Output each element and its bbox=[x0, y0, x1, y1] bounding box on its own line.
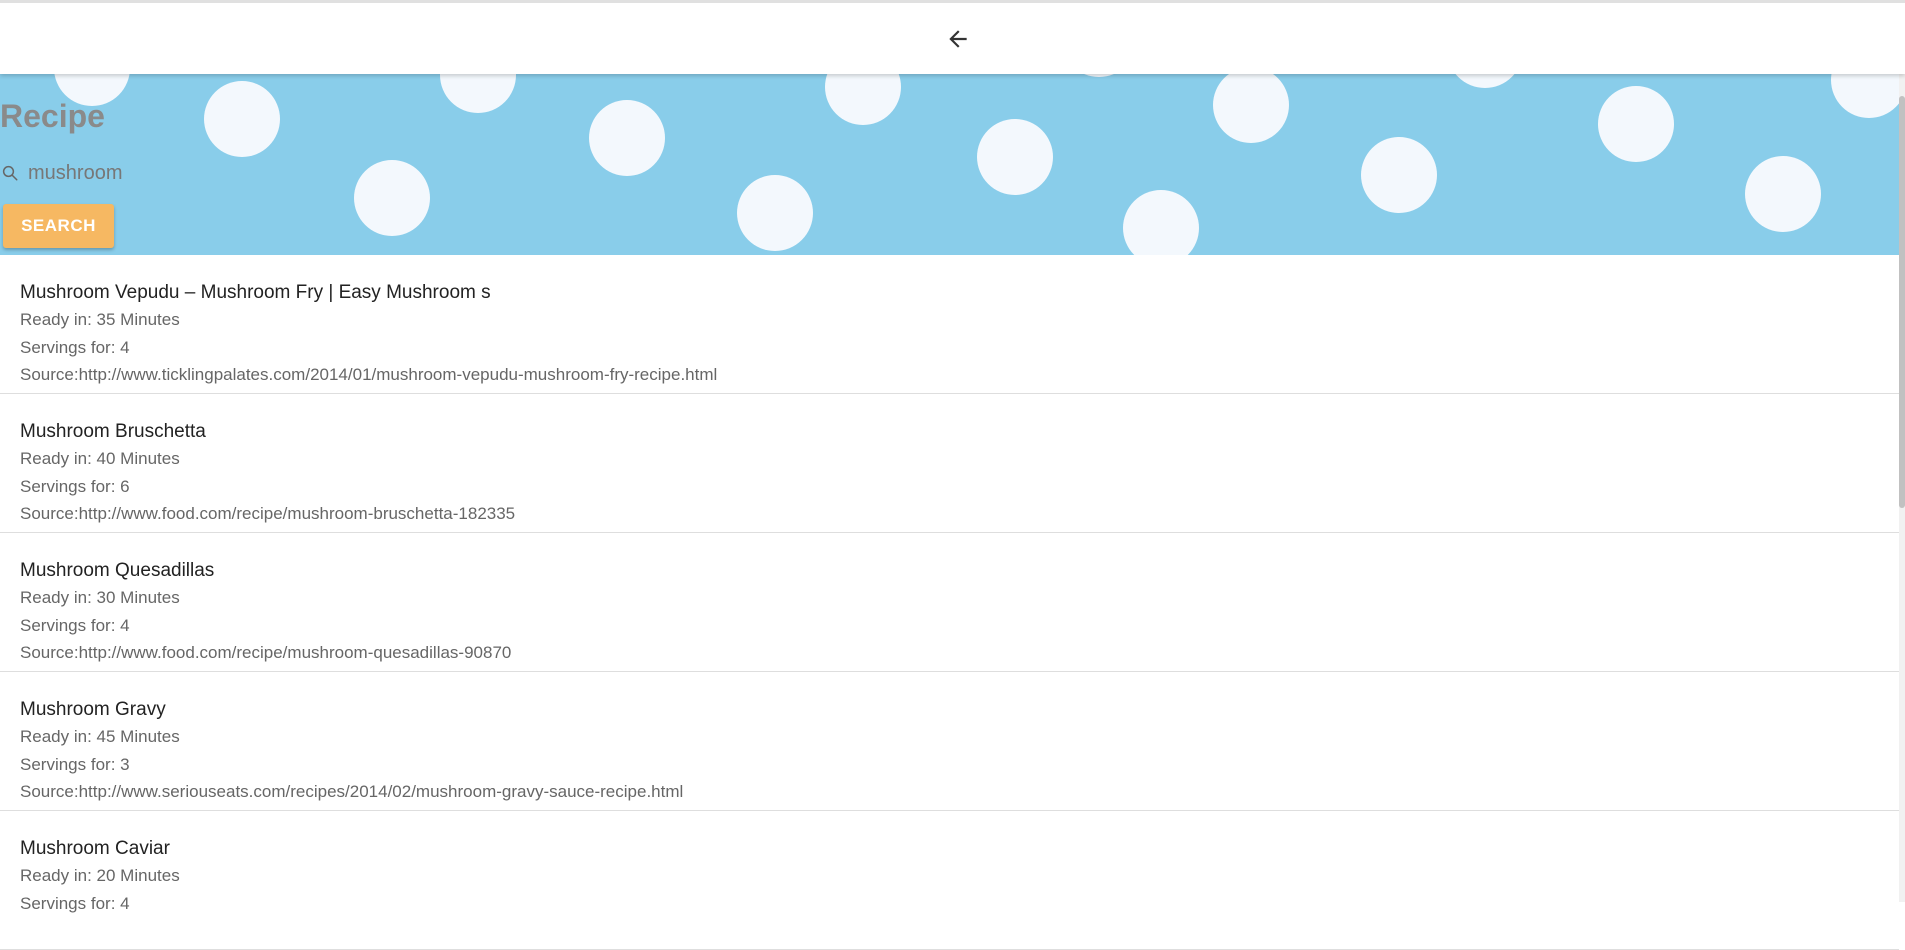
servings: Servings for: 4 bbox=[20, 894, 130, 913]
ready-time: Ready in: 20 Minutes bbox=[20, 866, 180, 885]
recipe-title: Mushroom Bruschetta bbox=[20, 421, 206, 442]
recipe-list-item[interactable]: Mushroom Quesadillas Ready in: 30 Minute… bbox=[0, 533, 1899, 672]
recipe-list-item[interactable]: Mushroom Caviar Ready in: 20 Minutes Ser… bbox=[0, 811, 1899, 950]
scrollbar-thumb[interactable] bbox=[1899, 96, 1905, 508]
recipe-title: Mushroom Gravy bbox=[20, 699, 166, 720]
scrollbar[interactable] bbox=[1899, 74, 1905, 902]
back-button[interactable] bbox=[940, 21, 976, 57]
ready-time: Ready in: 40 Minutes bbox=[20, 449, 180, 468]
servings: Servings for: 3 bbox=[20, 755, 130, 774]
search-button[interactable]: SEARCH bbox=[3, 204, 114, 248]
recipe-title: Mushroom Quesadillas bbox=[20, 560, 215, 581]
hero-banner: Recipe SEARCH bbox=[0, 74, 1899, 255]
page-title: Recipe bbox=[0, 98, 105, 134]
servings: Servings for: 4 bbox=[20, 616, 130, 635]
top-app-bar bbox=[0, 0, 1905, 74]
servings: Servings for: 4 bbox=[20, 338, 130, 357]
ready-time: Ready in: 45 Minutes bbox=[20, 727, 180, 746]
source-link: Source:http://www.seriouseats.com/recipe… bbox=[20, 782, 684, 801]
recipe-title: Mushroom Vepudu – Mushroom Fry | Easy Mu… bbox=[20, 282, 491, 303]
search-input[interactable] bbox=[28, 161, 428, 185]
recipe-results-list: Mushroom Vepudu – Mushroom Fry | Easy Mu… bbox=[0, 255, 1899, 950]
source-link: Source:http://www.food.com/recipe/mushro… bbox=[20, 504, 516, 523]
arrow-left-icon bbox=[949, 30, 967, 48]
search-bar bbox=[0, 160, 428, 186]
servings: Servings for: 6 bbox=[20, 477, 130, 496]
source-link: Source:http://www.ticklingpalates.com/20… bbox=[20, 365, 718, 384]
recipe-list-item[interactable]: Mushroom Gravy Ready in: 45 Minutes Serv… bbox=[0, 672, 1899, 811]
search-icon bbox=[0, 163, 20, 183]
source-link: Source:http://www.food.com/recipe/mushro… bbox=[20, 643, 512, 662]
ready-time: Ready in: 30 Minutes bbox=[20, 588, 180, 607]
ready-time: Ready in: 35 Minutes bbox=[20, 310, 180, 329]
recipe-list-item[interactable]: Mushroom Bruschetta Ready in: 40 Minutes… bbox=[0, 394, 1899, 533]
recipe-title: Mushroom Caviar bbox=[20, 838, 170, 859]
recipe-list-item[interactable]: Mushroom Vepudu – Mushroom Fry | Easy Mu… bbox=[0, 255, 1899, 394]
